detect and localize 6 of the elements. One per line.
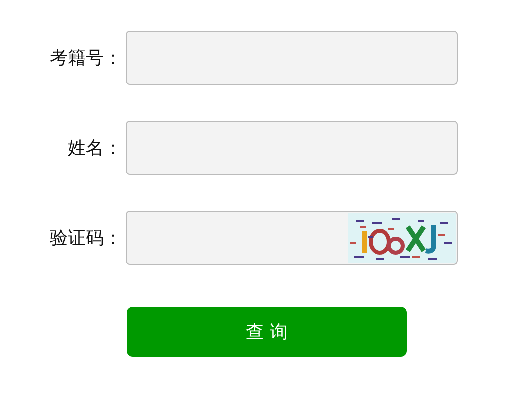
query-button[interactable]: 查 询 xyxy=(127,307,407,357)
input-field[interactable] xyxy=(126,121,458,175)
input-field[interactable] xyxy=(126,31,458,85)
field-label: 姓名： xyxy=(67,137,122,160)
field-label: 验证码： xyxy=(49,227,122,250)
field-label: 考籍号： xyxy=(49,47,122,70)
